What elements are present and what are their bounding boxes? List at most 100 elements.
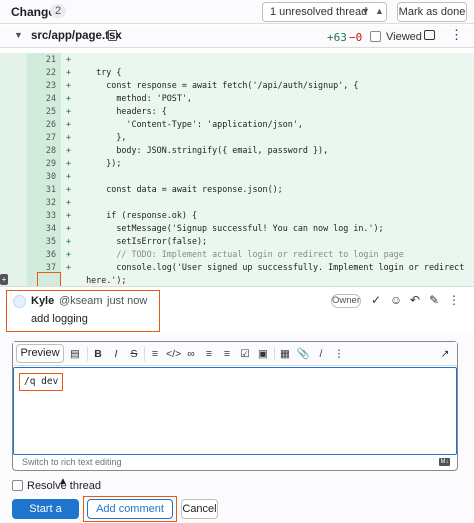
switch-to-rich-text-link[interactable]: Switch to rich text editing — [22, 457, 122, 467]
old-line-number[interactable] — [0, 235, 27, 248]
thread-status-label: 1 unresolved thread — [270, 6, 368, 18]
diff-added-marker: + — [61, 66, 76, 79]
new-line-number[interactable]: 22 — [27, 66, 61, 79]
viewed-label: Viewed — [386, 31, 422, 43]
resolve-thread-checkbox[interactable] — [12, 480, 23, 491]
diff-added-marker: + — [61, 248, 76, 261]
new-line-number[interactable]: 36 — [27, 248, 61, 261]
add-comment-gutter-icon[interactable]: + — [0, 274, 8, 285]
chevron-down-icon[interactable]: ▼ — [14, 30, 23, 40]
copy-icon[interactable] — [108, 30, 117, 41]
start-review-button[interactable]: Start a review — [12, 499, 79, 519]
collapsible-section-icon[interactable]: ▣ — [256, 347, 270, 361]
comment-note: Kyle @kseam · just now add logging Owner… — [0, 287, 474, 335]
resolve-check-icon[interactable]: ✓ — [369, 293, 383, 307]
table-icon[interactable]: ▦ — [278, 347, 292, 361]
new-line-number[interactable]: 27 — [27, 131, 61, 144]
diff-line-content: // TODO: Implement actual login or redir… — [76, 248, 474, 261]
old-line-number[interactable] — [0, 79, 27, 92]
new-line-number[interactable]: 23 — [27, 79, 61, 92]
diff-line-content — [76, 170, 474, 183]
kebab-menu-icon[interactable]: ⋮ — [450, 27, 463, 43]
italic-icon[interactable]: I — [109, 347, 123, 361]
reply-icon[interactable]: ↶ — [408, 293, 422, 307]
old-line-number[interactable] — [0, 196, 27, 209]
diff-added-marker: + — [61, 118, 76, 131]
old-line-number[interactable] — [0, 131, 27, 144]
note-timestamp[interactable]: just now — [107, 295, 147, 307]
diff-added-marker: + — [61, 157, 76, 170]
comment-textarea[interactable]: /q dev — [13, 367, 457, 455]
old-line-number[interactable] — [0, 92, 27, 105]
diff-line: 25 + headers: { — [0, 105, 474, 118]
new-line-number[interactable]: 28 — [27, 144, 61, 157]
old-line-number[interactable] — [0, 170, 27, 183]
new-line-number[interactable]: 31 — [27, 183, 61, 196]
code-icon[interactable]: </> — [166, 347, 181, 361]
insert-suggestion-icon[interactable]: ▤ — [68, 347, 82, 361]
viewed-checkbox[interactable] — [370, 31, 381, 42]
new-line-number[interactable]: 32 — [27, 196, 61, 209]
diff-code-area: 21 +22 + try {23 + const response = await f… — [0, 49, 474, 313]
new-line-number[interactable]: 35 — [27, 235, 61, 248]
diff-added-marker: + — [61, 235, 76, 248]
chevron-up-icon[interactable]: ▲ — [375, 6, 384, 16]
emoji-icon[interactable]: ☺ — [389, 293, 403, 307]
cancel-button[interactable]: Cancel — [181, 499, 218, 519]
new-line-number[interactable]: 30 — [27, 170, 61, 183]
old-line-number[interactable] — [0, 183, 27, 196]
old-line-number[interactable] — [0, 66, 27, 79]
diff-line-content: setMessage('Signup successful! You can n… — [76, 222, 474, 235]
diff-line: 32 + — [0, 196, 474, 209]
chevron-down-icon[interactable]: ▼ — [361, 6, 370, 16]
old-line-number[interactable] — [0, 144, 27, 157]
quote-icon[interactable]: ≡ — [148, 347, 162, 361]
diff-line-content: setIsError(false); — [76, 235, 474, 248]
new-line-number[interactable]: 24 — [27, 92, 61, 105]
note-author[interactable]: Kyle — [31, 295, 54, 307]
add-comment-now-button[interactable]: Add comment now — [87, 499, 173, 523]
file-header: ▼ src/app/page.tsx +63 −0 Viewed ⋮ — [0, 25, 474, 48]
bullet-list-icon[interactable]: ≡ — [202, 347, 216, 361]
diff-line: 34 + setMessage('Signup successful! You c… — [0, 222, 474, 235]
note-username[interactable]: @kseam — [59, 295, 103, 307]
quick-action-icon[interactable]: / — [314, 347, 328, 361]
numbered-list-icon[interactable]: ≡ — [220, 347, 234, 361]
tab-preview[interactable]: Preview — [16, 344, 64, 363]
old-line-number[interactable] — [0, 209, 27, 222]
more-options-icon[interactable]: ⋮ — [332, 347, 346, 361]
new-line-number[interactable]: 29 — [27, 157, 61, 170]
old-line-number[interactable] — [0, 105, 27, 118]
old-line-number[interactable] — [0, 222, 27, 235]
mark-as-done-button[interactable]: Mark as done — [397, 2, 467, 22]
diff-line: 33 + if (response.ok) { — [0, 209, 474, 222]
new-line-number[interactable]: 21 — [27, 53, 61, 66]
diff-added-marker: + — [61, 222, 76, 235]
task-list-icon[interactable]: ☑ — [238, 347, 252, 361]
link-icon[interactable]: ∞ — [184, 347, 198, 361]
old-line-number[interactable] — [0, 118, 27, 131]
kebab-menu-icon[interactable]: ⋮ — [447, 293, 461, 307]
new-line-number[interactable]: 33 — [27, 209, 61, 222]
comment-icon[interactable] — [424, 30, 435, 40]
diff-line-content: console.log('User signed up successfully… — [76, 261, 474, 287]
diff-line: 28 + body: JSON.stringify({ email, passwo… — [0, 144, 474, 157]
new-line-number[interactable]: 26 — [27, 118, 61, 131]
new-line-number[interactable]: 25 — [27, 105, 61, 118]
strikethrough-icon[interactable]: S — [127, 347, 141, 361]
avatar[interactable] — [13, 295, 26, 308]
old-line-number[interactable] — [0, 53, 27, 66]
diff-added-marker: + — [61, 79, 76, 92]
attach-file-icon[interactable]: 📎 — [296, 347, 310, 361]
unresolved-thread-button[interactable]: 1 unresolved thread ▼ ▲ — [262, 2, 387, 22]
fullscreen-icon[interactable]: ↗ — [438, 347, 452, 361]
new-line-number[interactable]: 34 — [27, 222, 61, 235]
toolbar-divider — [87, 347, 88, 361]
diff-line-content: 'Content-Type': 'application/json', — [76, 118, 474, 131]
old-line-number[interactable] — [0, 248, 27, 261]
edit-pencil-icon[interactable]: ✎ — [427, 293, 441, 307]
changes-count-badge: 2 — [50, 4, 67, 18]
old-line-number[interactable] — [0, 157, 27, 170]
bold-icon[interactable]: B — [91, 347, 105, 361]
diff-line-content: const data = await response.json(); — [76, 183, 474, 196]
